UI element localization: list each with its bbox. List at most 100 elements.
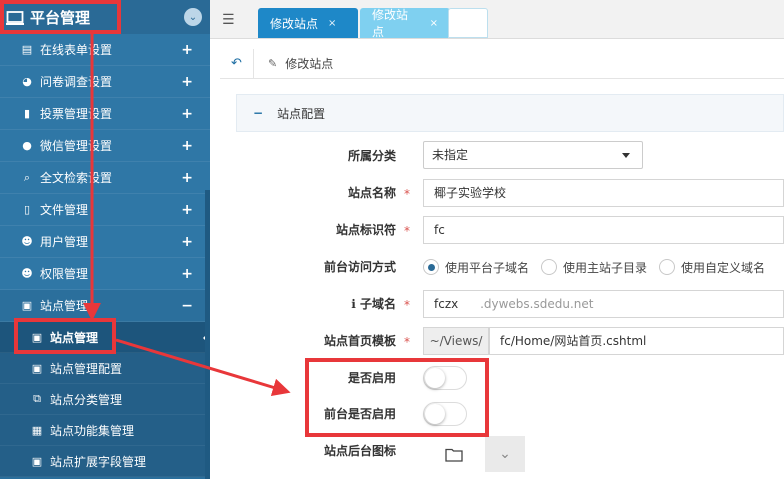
sidebar-item-fulltext-search[interactable]: ⌕ 全文检索设置 + bbox=[0, 162, 210, 194]
subdomain-input[interactable]: fczx .dywebs.sdedu.net bbox=[423, 290, 784, 318]
sidebar-menu: ▤ 在线表单设置 + ◕ 问卷调查设置 + ▮ 投票管理设置 + ● 微信管理设… bbox=[0, 34, 210, 477]
access-mode-label: 前台访问方式 bbox=[323, 260, 396, 274]
permission-icon: ☻ bbox=[21, 267, 33, 280]
site-icon: ▣ bbox=[21, 299, 33, 312]
radio-label: 使用平台子域名 bbox=[445, 260, 530, 275]
form-row-access: 前台访问方式 使用平台子域名 使用主站子目录 使用自定义域名 bbox=[236, 252, 784, 282]
expand-icon[interactable]: + bbox=[181, 74, 193, 90]
radio-unchecked-icon[interactable] bbox=[659, 259, 676, 275]
template-path-prefix: ~/Views/ bbox=[423, 327, 489, 355]
homepage-template-value: fc/Home/网站首页.cshtml bbox=[500, 334, 647, 348]
close-icon[interactable]: × bbox=[328, 18, 336, 29]
category-select[interactable]: 未指定 bbox=[423, 141, 643, 169]
sidebar-item-label: 文件管理 bbox=[40, 203, 89, 217]
site-name-input[interactable]: 椰子实验学校 bbox=[423, 179, 784, 207]
expand-icon[interactable]: + bbox=[181, 202, 193, 218]
annotation-box-site-manage bbox=[14, 318, 116, 354]
subdomain-suffix: .dywebs.sdedu.net bbox=[480, 297, 594, 311]
sidebar-subitem-label: 站点分类管理 bbox=[50, 392, 123, 407]
form-row-template: 站点首页模板 * ~/Views/ fc/Home/网站首页.cshtml bbox=[236, 326, 784, 356]
info-icon: ℹ bbox=[351, 297, 356, 311]
required-mark: * bbox=[404, 298, 410, 312]
sidebar-scrollbar[interactable] bbox=[205, 190, 210, 479]
homepage-template-label: 站点首页模板 bbox=[323, 334, 396, 348]
back-icon[interactable]: ↶ bbox=[220, 48, 254, 79]
sidebar: 平台管理 ⌄ ▤ 在线表单设置 + ◕ 问卷调查设置 + ▮ 投票管理设置 + … bbox=[0, 0, 210, 479]
site-identifier-input[interactable]: fc bbox=[423, 216, 784, 244]
wechat-icon: ● bbox=[22, 139, 32, 152]
menu-toggle-icon[interactable]: ☰ bbox=[222, 12, 235, 28]
sidebar-subitem-site-config[interactable]: ▣ 站点管理配置 bbox=[0, 353, 210, 384]
sidebar-item-online-form[interactable]: ▤ 在线表单设置 + bbox=[0, 34, 210, 66]
sidebar-item-vote[interactable]: ▮ 投票管理设置 + bbox=[0, 98, 210, 130]
category-label: 所属分类 bbox=[347, 149, 396, 163]
radio-checked-icon[interactable] bbox=[423, 259, 439, 275]
form-row-category: 所属分类 未指定 bbox=[236, 141, 784, 171]
sidebar-item-permissions[interactable]: ☻ 权限管理 + bbox=[0, 258, 210, 290]
breadcrumb: ↶ ✎ 修改站点 bbox=[220, 48, 784, 79]
bar-chart-icon: ▮ bbox=[23, 107, 31, 120]
site-name-value: 椰子实验学校 bbox=[434, 186, 507, 200]
sidebar-subitem-label: 站点功能集管理 bbox=[50, 423, 135, 438]
backend-icon-label: 站点后台图标 bbox=[323, 444, 396, 458]
tab-edit-site[interactable]: 修改站点 × bbox=[360, 8, 450, 39]
expand-icon[interactable]: + bbox=[181, 42, 193, 58]
pie-chart-icon: ◕ bbox=[22, 75, 32, 88]
form-row-subdomain: ℹ 子域名 * fczx .dywebs.sdedu.net bbox=[236, 289, 784, 319]
chevron-down-icon[interactable]: ⌄ bbox=[184, 8, 202, 26]
subdomain-label: ℹ 子域名 bbox=[236, 289, 396, 319]
tab-label: 修改站点 bbox=[270, 16, 319, 31]
access-radio-platform-subdomain[interactable]: 使用平台子域名 bbox=[423, 259, 529, 276]
chevron-down-icon[interactable]: ⌄ bbox=[485, 436, 525, 472]
search-icon: ⌕ bbox=[23, 170, 31, 184]
homepage-template-input[interactable]: fc/Home/网站首页.cshtml bbox=[489, 327, 784, 355]
sidebar-item-label: 用户管理 bbox=[40, 235, 89, 249]
access-radio-main-subdirectory[interactable]: 使用主站子目录 bbox=[541, 259, 647, 276]
expand-icon[interactable]: + bbox=[181, 234, 193, 250]
sidebar-item-files[interactable]: ▯ 文件管理 + bbox=[0, 194, 210, 226]
collapse-icon[interactable]: − bbox=[181, 298, 193, 314]
sidebar-item-label: 问卷调查设置 bbox=[40, 75, 113, 89]
backend-icon-picker[interactable]: ⌄ bbox=[423, 436, 525, 472]
sidebar-item-label: 投票管理设置 bbox=[40, 107, 113, 121]
tab-blank[interactable] bbox=[448, 8, 488, 38]
form-row-identifier: 站点标识符 * fc bbox=[236, 215, 784, 245]
annotation-box-toggles bbox=[305, 358, 489, 437]
sidebar-item-survey[interactable]: ◕ 问卷调查设置 + bbox=[0, 66, 210, 98]
expand-icon[interactable]: + bbox=[181, 106, 193, 122]
folder-icon bbox=[445, 448, 463, 462]
sidebar-subitem-label: 站点扩展字段管理 bbox=[50, 454, 147, 469]
panel-header[interactable]: − 站点配置 bbox=[236, 94, 784, 132]
page-title: 修改站点 bbox=[285, 57, 334, 71]
edit-icon: ✎ bbox=[268, 57, 278, 70]
sidebar-item-users[interactable]: ☻ 用户管理 + bbox=[0, 226, 210, 258]
site-identifier-value: fc bbox=[434, 223, 445, 237]
form-row-backend-icon: 站点后台图标 ⌄ bbox=[236, 436, 784, 476]
tab-edit-site-active[interactable]: 修改站点 × bbox=[258, 8, 358, 38]
collapse-icon[interactable]: − bbox=[253, 106, 263, 120]
expand-icon[interactable]: + bbox=[181, 170, 193, 186]
site-name-label: 站点名称 bbox=[347, 186, 396, 200]
radio-unchecked-icon[interactable] bbox=[541, 259, 558, 275]
icon-preview[interactable] bbox=[423, 436, 485, 472]
required-mark: * bbox=[404, 224, 410, 238]
close-icon[interactable]: × bbox=[430, 18, 438, 29]
sidebar-item-label: 微信管理设置 bbox=[40, 139, 113, 153]
expand-icon[interactable]: + bbox=[181, 138, 193, 154]
radio-label: 使用自定义域名 bbox=[681, 260, 766, 275]
sidebar-item-label: 站点管理 bbox=[40, 299, 89, 313]
panel-title: 站点配置 bbox=[277, 106, 326, 121]
required-mark: * bbox=[404, 335, 410, 349]
sidebar-subitem-site-features[interactable]: ▦ 站点功能集管理 bbox=[0, 415, 210, 446]
access-radio-custom-domain[interactable]: 使用自定义域名 bbox=[659, 259, 765, 276]
annotation-box-platform bbox=[0, 0, 121, 34]
expand-icon[interactable]: + bbox=[181, 266, 193, 282]
sidebar-subitem-site-extend-fields[interactable]: ▣ 站点扩展字段管理 bbox=[0, 446, 210, 477]
tab-label: 修改站点 bbox=[372, 8, 409, 39]
sidebar-item-wechat[interactable]: ● 微信管理设置 + bbox=[0, 130, 210, 162]
sidebar-item-label: 在线表单设置 bbox=[40, 43, 113, 57]
radio-label: 使用主站子目录 bbox=[563, 260, 648, 275]
user-icon: ☻ bbox=[21, 235, 33, 248]
sidebar-item-label: 权限管理 bbox=[40, 267, 89, 281]
sidebar-subitem-site-category[interactable]: ⧉ 站点分类管理 bbox=[0, 384, 210, 415]
